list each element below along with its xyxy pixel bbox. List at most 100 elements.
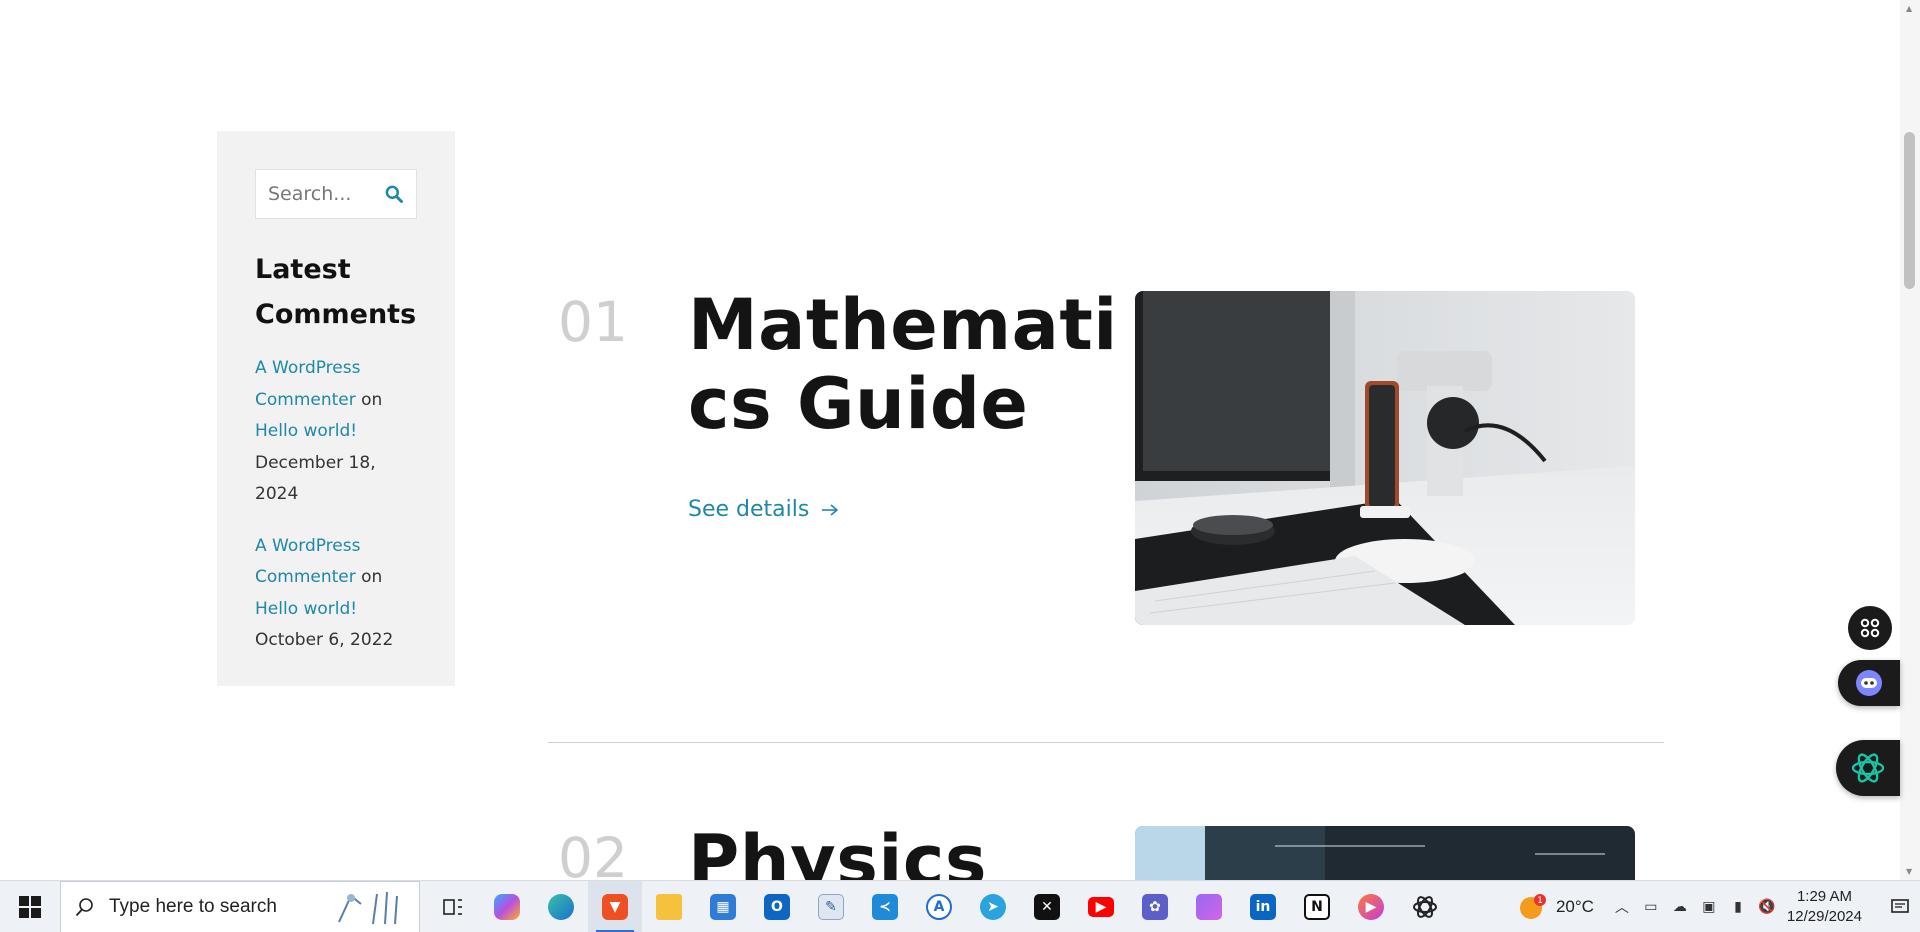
youtube-icon: ▶ <box>1088 896 1114 917</box>
search-highlight-illustration-icon <box>338 891 398 924</box>
capcut-button[interactable]: ✕ <box>1020 881 1074 932</box>
scroll-up-arrow-icon[interactable]: ▲ <box>1906 4 1912 13</box>
app-a-button[interactable]: A <box>912 881 966 932</box>
comment-item: A WordPress Commenter on Hello world! De… <box>255 353 417 511</box>
notification-icon <box>1891 899 1909 913</box>
file-tool-button[interactable]: ✎ <box>804 881 858 932</box>
capcut-icon: ✕ <box>1034 893 1060 920</box>
telegram-icon: ➤ <box>980 893 1006 920</box>
outlook-button[interactable]: O <box>750 881 804 932</box>
comments-list: A WordPress Commenter on Hello world! De… <box>255 353 417 657</box>
comment-connector: on <box>355 389 383 410</box>
windows-taskbar: Type here to search ▼ ▦ O ✎ ≺ A ➤ ✕ ▶ ✿ … <box>0 880 1920 932</box>
chat-bot-icon <box>1856 670 1882 696</box>
item-title[interactable]: Mathemati cs Guide <box>688 286 1118 444</box>
microsoft-store-icon: ▦ <box>710 893 736 920</box>
item-number: 01 <box>558 290 628 354</box>
see-details-link[interactable]: See details <box>688 497 839 522</box>
brave-icon: ▼ <box>602 893 628 920</box>
ai-assistant-button[interactable] <box>1836 740 1900 796</box>
telegram-button[interactable]: ➤ <box>966 881 1020 932</box>
task-view-button[interactable] <box>426 881 480 932</box>
folder-icon <box>1196 893 1222 920</box>
weather-temperature: 20°C <box>1555 897 1594 916</box>
taskbar-apps: ▼ ▦ O ✎ ≺ A ➤ ✕ ▶ ✿ in N ▶ <box>426 880 1452 932</box>
comment-author-link[interactable]: A WordPress Commenter <box>255 358 360 410</box>
item-title-line: Mathemati <box>688 284 1118 366</box>
chatgpt-button[interactable] <box>1398 881 1452 932</box>
vscode-icon: ≺ <box>872 893 898 920</box>
gallery-icon: ✿ <box>1142 893 1168 920</box>
comment-post-link[interactable]: Hello world! <box>255 421 357 441</box>
page-scrollbar[interactable]: ▲ ▼ <box>1900 0 1920 880</box>
battery-icon[interactable]: ▮ <box>1728 897 1748 917</box>
scrollbar-thumb[interactable] <box>1904 132 1915 289</box>
apps-grid-icon <box>1860 618 1880 638</box>
youtube-button[interactable]: ▶ <box>1074 881 1128 932</box>
file-explorer-button[interactable] <box>642 881 696 932</box>
windows-logo-icon <box>19 895 41 918</box>
vscode-button[interactable]: ≺ <box>858 881 912 932</box>
latest-comments-heading: Latest Comments <box>255 254 417 330</box>
file-tool-icon: ✎ <box>818 893 844 920</box>
magnifier-icon <box>75 897 93 916</box>
system-tray: 1 20°C ︿ ▭ ☁ ▣ ▮ 🔇 1:29 AM 12/29/2024 <box>1518 881 1920 932</box>
physics-photo-image <box>1135 826 1635 880</box>
comment-post-link[interactable]: Hello world! <box>255 599 357 619</box>
search-icon[interactable] <box>384 184 404 204</box>
comment-date: December 18, 2024 <box>255 452 376 505</box>
outlook-icon: O <box>764 893 790 920</box>
weather-sun-icon: 1 <box>1519 894 1546 919</box>
onedrive-cloud-icon[interactable]: ☁ <box>1670 897 1690 917</box>
search-input[interactable] <box>268 183 378 205</box>
comment-date: October 6, 2022 <box>255 630 394 650</box>
media-player-button[interactable]: ▶ <box>1344 881 1398 932</box>
chatgpt-icon <box>1413 895 1437 918</box>
brave-button[interactable]: ▼ <box>588 880 642 932</box>
taskbar-search-placeholder: Type here to search <box>109 895 277 917</box>
file-explorer-icon <box>656 893 682 920</box>
gallery-button[interactable]: ✿ <box>1128 881 1182 932</box>
scroll-down-arrow-icon[interactable]: ▼ <box>1906 867 1912 876</box>
comment-item: A WordPress Commenter on Hello world! Oc… <box>255 531 417 657</box>
edge-button[interactable] <box>534 881 588 932</box>
ai-assistant-icon <box>1851 753 1885 783</box>
tray-icons: ︿ ▭ ☁ ▣ ▮ 🔇 <box>1612 897 1777 917</box>
device-icon[interactable]: ▣ <box>1699 897 1719 917</box>
chat-bot-button[interactable] <box>1838 660 1900 706</box>
linkedin-button[interactable]: in <box>1236 881 1290 932</box>
apps-grid-button[interactable] <box>1848 606 1892 650</box>
taskbar-search-box[interactable]: Type here to search <box>60 880 420 932</box>
app-a-icon: A <box>926 893 952 920</box>
start-button[interactable] <box>0 881 60 932</box>
notifications-button[interactable] <box>1880 881 1920 932</box>
comment-connector: on <box>355 567 383 587</box>
notion-button[interactable]: N <box>1290 881 1344 932</box>
item-divider <box>548 742 1664 743</box>
system-clock[interactable]: 1:29 AM 12/29/2024 <box>1787 887 1862 927</box>
microsoft-store-button[interactable]: ▦ <box>696 881 750 932</box>
network-icon[interactable]: ▭ <box>1641 897 1661 917</box>
task-view-icon <box>443 898 462 915</box>
see-details-label: See details <box>688 497 810 522</box>
copilot-icon <box>494 893 520 920</box>
volume-muted-icon[interactable]: 🔇 <box>1757 897 1777 917</box>
linkedin-icon: in <box>1250 893 1276 920</box>
desk-photo-image <box>1135 291 1635 625</box>
notion-icon: N <box>1304 893 1330 920</box>
sidebar: Latest Comments A WordPress Commenter on… <box>217 131 455 686</box>
item-title-line: cs Guide <box>688 363 1029 445</box>
weather-widget[interactable]: 1 20°C <box>1518 892 1594 922</box>
chevron-up-icon[interactable]: ︿ <box>1612 897 1632 917</box>
clock-date: 12/29/2024 <box>1786 908 1862 925</box>
folder-button[interactable] <box>1182 881 1236 932</box>
media-player-icon: ▶ <box>1358 893 1384 920</box>
svg-text:1: 1 <box>1537 896 1543 906</box>
item-image[interactable] <box>1135 291 1635 625</box>
clock-time: 1:29 AM <box>1796 888 1852 905</box>
search-box[interactable] <box>255 169 417 219</box>
comment-author-link[interactable]: A WordPress Commenter <box>255 536 360 588</box>
edge-icon <box>548 893 574 920</box>
copilot-button[interactable] <box>480 881 534 932</box>
item-image[interactable] <box>1135 826 1635 880</box>
